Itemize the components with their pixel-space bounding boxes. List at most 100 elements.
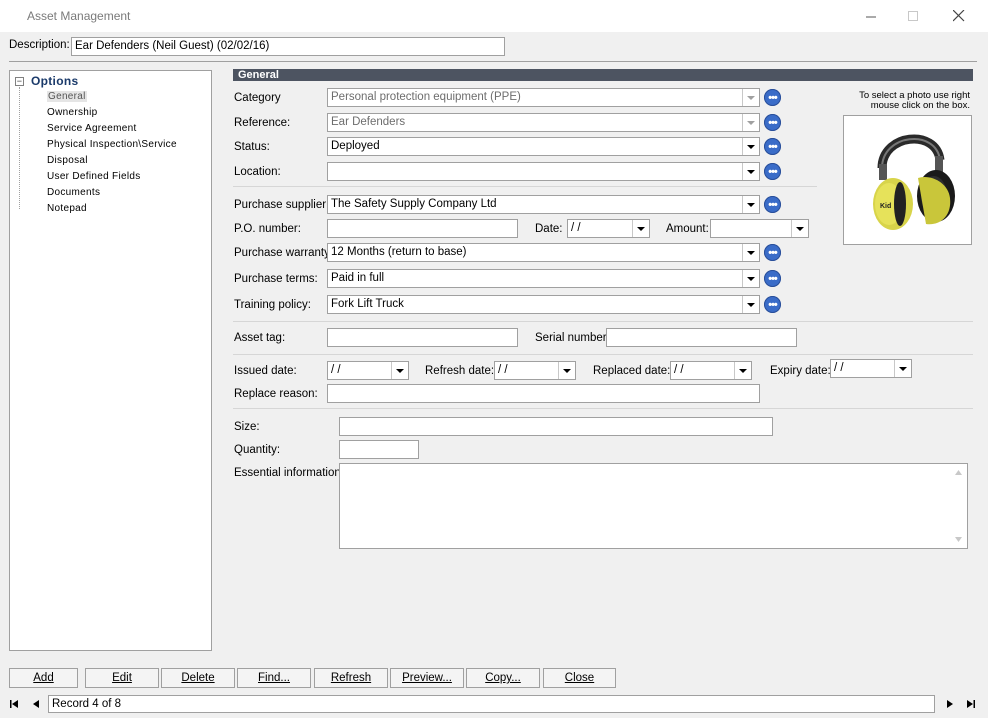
tree-item-ownership[interactable]: Ownership: [47, 107, 98, 118]
size-input[interactable]: [339, 417, 773, 436]
first-record-button[interactable]: [5, 695, 22, 712]
delete-button[interactable]: Delete: [161, 668, 235, 688]
status-select[interactable]: Deployed: [327, 137, 760, 156]
size-label: Size:: [234, 421, 260, 433]
purchase-supplier-value: The Safety Supply Company Ltd: [331, 198, 497, 210]
divider: [233, 186, 817, 187]
reference-lookup-button[interactable]: •••: [764, 114, 781, 131]
close-button[interactable]: Close: [543, 668, 616, 688]
category-select[interactable]: Personal protection equipment (PPE): [327, 88, 760, 107]
essential-info-textarea[interactable]: [339, 463, 968, 549]
previous-record-button[interactable]: [27, 695, 44, 712]
asset-photo[interactable]: Kid: [843, 115, 972, 245]
chevron-down-icon[interactable]: [742, 138, 759, 155]
description-input[interactable]: Ear Defenders (Neil Guest) (02/02/16): [71, 37, 505, 56]
record-indicator: Record 4 of 8: [48, 695, 935, 713]
find-button[interactable]: Find...: [237, 668, 311, 688]
expiry-date-label: Expiry date:: [770, 365, 831, 377]
copy-button[interactable]: Copy...: [466, 668, 540, 688]
purchase-warranty-select[interactable]: 12 Months (return to base): [327, 243, 760, 262]
date-value: / /: [571, 222, 581, 234]
replaced-date-picker[interactable]: / /: [670, 361, 752, 380]
asset-tag-input[interactable]: [327, 328, 518, 347]
chevron-down-icon[interactable]: [742, 270, 759, 287]
next-record-button[interactable]: [941, 695, 958, 712]
date-picker[interactable]: / /: [567, 219, 650, 238]
purchase-terms-select[interactable]: Paid in full: [327, 269, 760, 288]
chevron-down-icon[interactable]: [742, 296, 759, 313]
purchase-supplier-select[interactable]: The Safety Supply Company Ltd: [327, 195, 760, 214]
location-select[interactable]: [327, 162, 760, 181]
purchase-warranty-lookup-button[interactable]: •••: [764, 244, 781, 261]
tree-item-disposal[interactable]: Disposal: [47, 155, 88, 166]
chevron-down-icon[interactable]: [742, 163, 759, 180]
chevron-down-icon[interactable]: [742, 114, 759, 131]
collapse-icon[interactable]: −: [15, 77, 24, 86]
issued-date-label: Issued date:: [234, 365, 297, 377]
chevron-down-icon[interactable]: [391, 362, 408, 379]
chevron-down-icon[interactable]: [791, 220, 808, 237]
minimize-button[interactable]: [848, 4, 894, 28]
status-lookup-button[interactable]: •••: [764, 138, 781, 155]
purchase-terms-label: Purchase terms:: [234, 273, 318, 285]
training-policy-lookup-button[interactable]: •••: [764, 296, 781, 313]
maximize-icon: [907, 10, 918, 21]
edit-button[interactable]: Edit: [85, 668, 159, 688]
section-header: General: [233, 69, 973, 81]
expiry-date-value: / /: [834, 362, 844, 374]
first-icon: [9, 699, 18, 708]
refresh-button[interactable]: Refresh: [314, 668, 388, 688]
location-lookup-button[interactable]: •••: [764, 163, 781, 180]
amount-select[interactable]: [710, 219, 809, 238]
category-lookup-button[interactable]: •••: [764, 89, 781, 106]
reference-value: Ear Defenders: [331, 116, 406, 128]
chevron-down-icon[interactable]: [558, 362, 575, 379]
chevron-down-icon[interactable]: [734, 362, 751, 379]
po-number-label: P.O. number:: [234, 223, 301, 235]
chevron-down-icon[interactable]: [742, 196, 759, 213]
title-bar: [0, 0, 988, 32]
tree-item-general[interactable]: General: [47, 91, 87, 102]
expiry-date-picker[interactable]: / /: [830, 359, 912, 378]
serial-number-input[interactable]: [606, 328, 797, 347]
issued-date-picker[interactable]: / /: [327, 361, 409, 380]
reference-select[interactable]: Ear Defenders: [327, 113, 760, 132]
tree-item-notepad[interactable]: Notepad: [47, 203, 87, 214]
purchase-supplier-lookup-button[interactable]: •••: [764, 196, 781, 213]
tree-item-user-defined-fields[interactable]: User Defined Fields: [47, 171, 141, 182]
chevron-down-icon[interactable]: [894, 360, 911, 377]
essential-info-label: Essential information:: [234, 467, 344, 479]
po-number-input[interactable]: [327, 219, 518, 238]
training-policy-value: Fork Lift Truck: [331, 298, 404, 310]
last-record-button[interactable]: [962, 695, 979, 712]
tree-item-documents[interactable]: Documents: [47, 187, 100, 198]
tree-item-service-agreement[interactable]: Service Agreement: [47, 123, 137, 134]
training-policy-select[interactable]: Fork Lift Truck: [327, 295, 760, 314]
chevron-down-icon[interactable]: [742, 244, 759, 261]
preview-button[interactable]: Preview...: [390, 668, 464, 688]
window-title: Asset Management: [27, 9, 131, 23]
scrollbar-arrows-icon: [955, 470, 962, 542]
scrollbar[interactable]: [951, 465, 966, 547]
options-tree[interactable]: − Options General Ownership Service Agre…: [9, 70, 212, 651]
chevron-down-icon[interactable]: [632, 220, 649, 237]
replace-reason-label: Replace reason:: [234, 388, 318, 400]
chevron-down-icon[interactable]: [742, 89, 759, 106]
ear-defenders-image: Kid: [873, 134, 955, 230]
minimize-icon: [865, 16, 876, 17]
purchase-terms-value: Paid in full: [331, 272, 385, 284]
divider: [233, 354, 973, 355]
refresh-date-picker[interactable]: / /: [494, 361, 576, 380]
tree-item-physical-inspection[interactable]: Physical Inspection\Service: [47, 139, 177, 150]
quantity-label: Quantity:: [234, 444, 281, 456]
photo-hint-line2: mouse click on the box.: [870, 100, 970, 111]
maximize-button[interactable]: [890, 4, 936, 28]
purchase-terms-lookup-button[interactable]: •••: [764, 270, 781, 287]
quantity-input[interactable]: [339, 440, 419, 459]
close-window-button[interactable]: [936, 4, 982, 28]
replace-reason-input[interactable]: [327, 384, 760, 403]
location-label: Location:: [234, 166, 281, 178]
add-button[interactable]: Add: [9, 668, 78, 688]
tree-root-options[interactable]: Options: [31, 74, 78, 88]
purchase-warranty-label: Purchase warranty:: [234, 247, 334, 259]
